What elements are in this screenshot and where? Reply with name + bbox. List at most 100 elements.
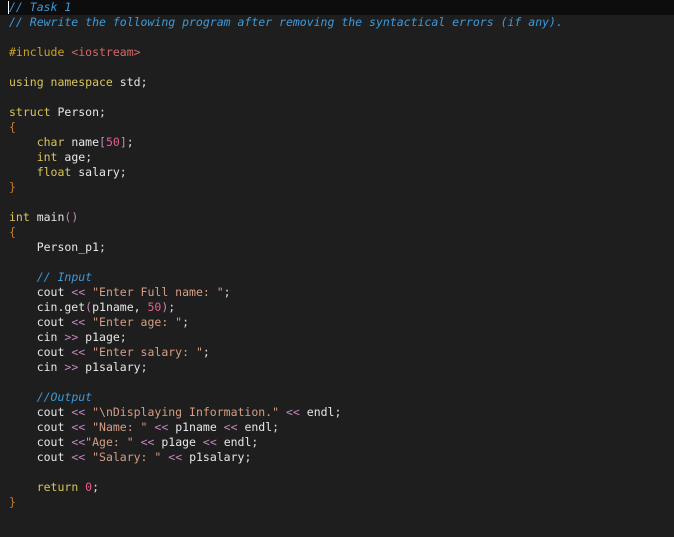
code-token-txt: cin bbox=[9, 330, 65, 344]
code-token-brace: { bbox=[9, 225, 16, 239]
code-line: cout << "Enter Full name: "; bbox=[9, 285, 231, 300]
code-token-txt: endl bbox=[299, 405, 335, 419]
code-token-paren: () bbox=[64, 210, 79, 224]
code-token-txt: p1salary bbox=[182, 450, 245, 464]
code-line: // Rewrite the following program after r… bbox=[9, 15, 563, 30]
code-token-str: "Salary: " bbox=[85, 450, 162, 464]
code-token-txt: cout bbox=[9, 450, 72, 464]
code-token-type: float bbox=[36, 165, 79, 179]
code-token-punc: ; bbox=[202, 345, 210, 359]
code-token-brace: { bbox=[9, 120, 16, 134]
code-line: } bbox=[9, 180, 16, 195]
code-line: cin >> p1salary; bbox=[9, 360, 148, 375]
code-line: cout <<"Age: " << p1age << endl; bbox=[9, 435, 259, 450]
code-token-txt: name bbox=[71, 135, 100, 149]
code-token-punc: ; bbox=[334, 405, 342, 419]
code-line: } bbox=[9, 495, 16, 510]
code-token-txt: cout bbox=[9, 435, 72, 449]
code-token-txt: p1age bbox=[154, 435, 203, 449]
code-token-op: << bbox=[140, 435, 155, 449]
code-token-bracket: ] bbox=[119, 135, 127, 149]
code-token-op: << bbox=[71, 345, 86, 359]
code-token-punc: ; bbox=[85, 150, 93, 164]
code-line: float salary; bbox=[9, 165, 127, 180]
code-token-str: "\nDisplaying Information." bbox=[85, 405, 280, 419]
code-token-punc: ; bbox=[92, 480, 100, 494]
code-token-kw: struct bbox=[9, 105, 58, 119]
code-editor[interactable]: // Task 1// Rewrite the following progra… bbox=[0, 0, 674, 537]
code-token-op: << bbox=[71, 285, 86, 299]
code-token-comment: // Task 1 bbox=[9, 0, 72, 14]
code-line: // Input bbox=[9, 270, 92, 285]
code-token-txt: cout bbox=[9, 420, 72, 434]
code-token-punc: ; bbox=[126, 135, 134, 149]
code-token-txt: Person_p1 bbox=[9, 240, 100, 254]
code-token-punc: ; bbox=[99, 105, 106, 119]
code-token-comment: //Output bbox=[36, 390, 93, 404]
code-token-txt: p1salary bbox=[78, 360, 141, 374]
code-token-punc: ; bbox=[168, 300, 176, 314]
code-token-txt: endl bbox=[237, 420, 273, 434]
code-line: char name[50]; bbox=[9, 135, 134, 150]
code-token-punc: ; bbox=[140, 75, 148, 89]
code-line: // Task 1 bbox=[9, 0, 71, 15]
code-line: cin.get(p1name, 50); bbox=[9, 300, 176, 315]
code-token-str: "Enter age: " bbox=[85, 315, 183, 329]
code-token-op: >> bbox=[64, 330, 79, 344]
code-token-str: "Age: " bbox=[85, 435, 134, 449]
code-token-header: <iostream> bbox=[71, 45, 141, 59]
code-token-punc: ; bbox=[119, 165, 127, 179]
code-line: { bbox=[9, 225, 16, 240]
code-token-txt: cout bbox=[9, 345, 72, 359]
code-token-directive: #include bbox=[9, 45, 72, 59]
code-token-txt: p1name bbox=[168, 420, 224, 434]
code-token-op: << bbox=[71, 405, 86, 419]
code-line: struct Person; bbox=[9, 105, 106, 120]
code-line: cin >> p1age; bbox=[9, 330, 127, 345]
code-token-punc: ; bbox=[223, 285, 231, 299]
code-line: int main() bbox=[9, 210, 78, 225]
code-line: cout << "Enter age: "; bbox=[9, 315, 189, 330]
code-line: cout << "Name: " << p1name << endl; bbox=[9, 420, 279, 435]
code-token-txt: cin.get bbox=[9, 300, 86, 314]
code-token-txt: p1name, bbox=[92, 300, 148, 314]
code-token-punc: ; bbox=[99, 240, 106, 254]
code-line: #include <iostream> bbox=[9, 45, 141, 60]
code-token-op: << bbox=[154, 420, 169, 434]
code-token-bracket: [ bbox=[99, 135, 106, 149]
code-token-comment: // Input bbox=[36, 270, 93, 284]
code-token-txt: salary bbox=[78, 165, 120, 179]
code-token-type: char bbox=[36, 135, 72, 149]
code-token-type: int bbox=[36, 150, 65, 164]
code-token-txt: cout bbox=[9, 285, 72, 299]
code-token-txt: cout bbox=[9, 405, 72, 419]
code-line: Person_p1; bbox=[9, 240, 106, 255]
code-token-txt: Person bbox=[57, 105, 100, 119]
code-token-txt: main bbox=[36, 210, 65, 224]
code-token-txt: std bbox=[119, 75, 141, 89]
code-token-str: "Name: " bbox=[85, 420, 148, 434]
code-token-punc: ; bbox=[119, 330, 127, 344]
code-token-op: << bbox=[223, 420, 238, 434]
code-token-op: << bbox=[71, 435, 86, 449]
code-token-op: << bbox=[71, 315, 86, 329]
code-token-punc: ; bbox=[244, 450, 252, 464]
code-token-num: 50 bbox=[105, 135, 120, 149]
code-token-txt: cin bbox=[9, 360, 65, 374]
code-line: //Output bbox=[9, 390, 92, 405]
code-token-str: "Enter salary: " bbox=[85, 345, 203, 359]
code-token-comment: // Rewrite the following program after r… bbox=[9, 15, 563, 29]
code-line: cout << "\nDisplaying Information." << e… bbox=[9, 405, 342, 420]
code-token-punc: ; bbox=[272, 420, 280, 434]
code-line: cout << "Salary: " << p1salary; bbox=[9, 450, 252, 465]
code-line: cout << "Enter salary: "; bbox=[9, 345, 210, 360]
code-token-punc: ; bbox=[140, 360, 148, 374]
code-line: { bbox=[9, 120, 16, 135]
